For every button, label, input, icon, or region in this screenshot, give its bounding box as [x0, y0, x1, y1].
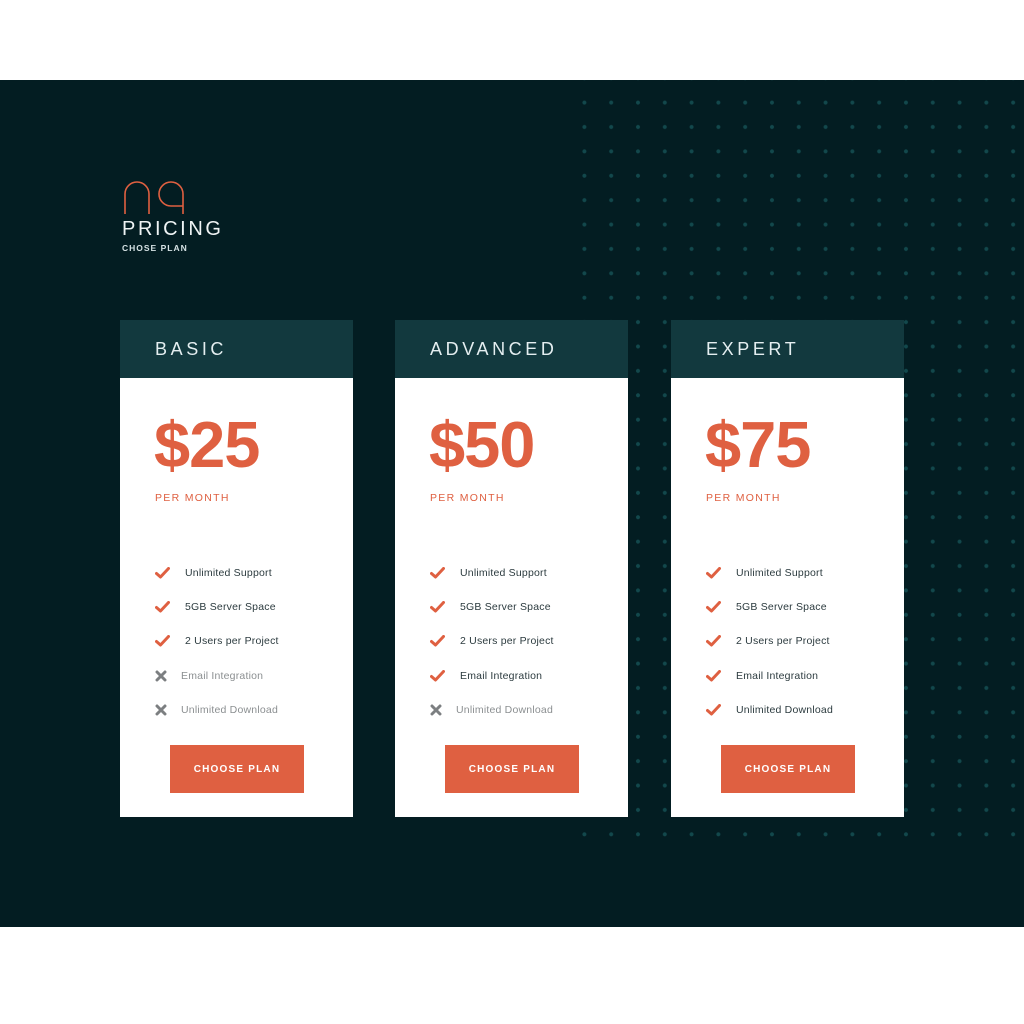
plan-card-basic: BASIC $25 PER MONTH Unlimited Support 5GB…	[120, 320, 353, 817]
check-icon	[430, 635, 460, 647]
plan-card-advanced: ADVANCED $50 PER MONTH Unlimited Support…	[395, 320, 628, 817]
check-icon	[430, 567, 460, 579]
feature-label: Email Integration	[736, 669, 819, 682]
feature-label: Unlimited Support	[185, 567, 272, 580]
feature-label: 5GB Server Space	[736, 601, 827, 614]
check-icon	[706, 703, 736, 716]
feature-label: Unlimited Download	[736, 703, 833, 716]
feature-label: Unlimited Download	[181, 703, 278, 716]
check-icon	[155, 635, 185, 647]
feature-label: 5GB Server Space	[185, 601, 276, 614]
check-icon	[706, 635, 736, 647]
choose-plan-button[interactable]: CHOOSE PLAN	[170, 745, 304, 793]
plan-price: $75	[705, 408, 811, 481]
feature-label: 2 Users per Project	[736, 635, 830, 648]
feature-item: Unlimited Support	[706, 556, 833, 590]
plan-price: $25	[154, 408, 260, 481]
check-icon	[706, 567, 736, 579]
feature-item: Email Integration	[430, 659, 554, 693]
check-icon	[430, 601, 460, 613]
check-icon	[706, 669, 736, 682]
feature-label: Unlimited Download	[456, 703, 553, 716]
feature-item: 2 Users per Project	[706, 624, 833, 658]
feature-label: 2 Users per Project	[185, 635, 279, 648]
feature-item: 5GB Server Space	[155, 590, 279, 624]
feature-label: Unlimited Support	[736, 567, 823, 580]
plan-period: PER MONTH	[155, 492, 230, 504]
plan-period: PER MONTH	[430, 492, 505, 504]
feature-item: Unlimited Download	[706, 693, 833, 727]
plan-name: BASIC	[120, 320, 353, 378]
page-title: PRICING	[122, 218, 224, 240]
feature-item: Unlimited Download	[430, 693, 554, 727]
feature-item: 5GB Server Space	[430, 590, 554, 624]
check-icon	[155, 567, 185, 579]
feature-item: 5GB Server Space	[706, 590, 833, 624]
choose-plan-button[interactable]: CHOOSE PLAN	[445, 745, 579, 793]
feature-item: Unlimited Support	[430, 556, 554, 590]
check-icon	[706, 601, 736, 613]
feature-item: 2 Users per Project	[430, 624, 554, 658]
page-subtitle: CHOSE PLAN	[122, 243, 188, 253]
feature-list: Unlimited Support 5GB Server Space 2 Users…	[430, 556, 554, 727]
feature-label: Unlimited Support	[460, 567, 547, 580]
feature-label: 5GB Server Space	[460, 601, 551, 614]
brand-logo: PRICING CHOSE PLAN	[122, 180, 221, 253]
plan-period: PER MONTH	[706, 492, 781, 504]
feature-label: Email Integration	[181, 669, 264, 682]
plan-price: $50	[429, 408, 535, 481]
feature-item: Email Integration	[706, 659, 833, 693]
choose-plan-button[interactable]: CHOOSE PLAN	[721, 745, 855, 793]
feature-item: Email Integration	[155, 659, 279, 693]
feature-label: 2 Users per Project	[460, 635, 554, 648]
feature-label: Email Integration	[460, 669, 543, 682]
plan-name: ADVANCED	[395, 320, 628, 378]
feature-list: Unlimited Support 5GB Server Space 2 Users…	[706, 556, 833, 727]
feature-list: Unlimited Support 5GB Server Space 2 Users…	[155, 556, 279, 727]
check-icon	[155, 601, 185, 613]
plan-card-expert: EXPERT $75 PER MONTH Unlimited Support 5G…	[671, 320, 904, 817]
check-icon	[430, 669, 460, 682]
feature-item: Unlimited Download	[155, 693, 279, 727]
na-monogram-icon	[124, 181, 184, 214]
plan-name: EXPERT	[671, 320, 904, 378]
feature-item: Unlimited Support	[155, 556, 279, 590]
feature-item: 2 Users per Project	[155, 624, 279, 658]
